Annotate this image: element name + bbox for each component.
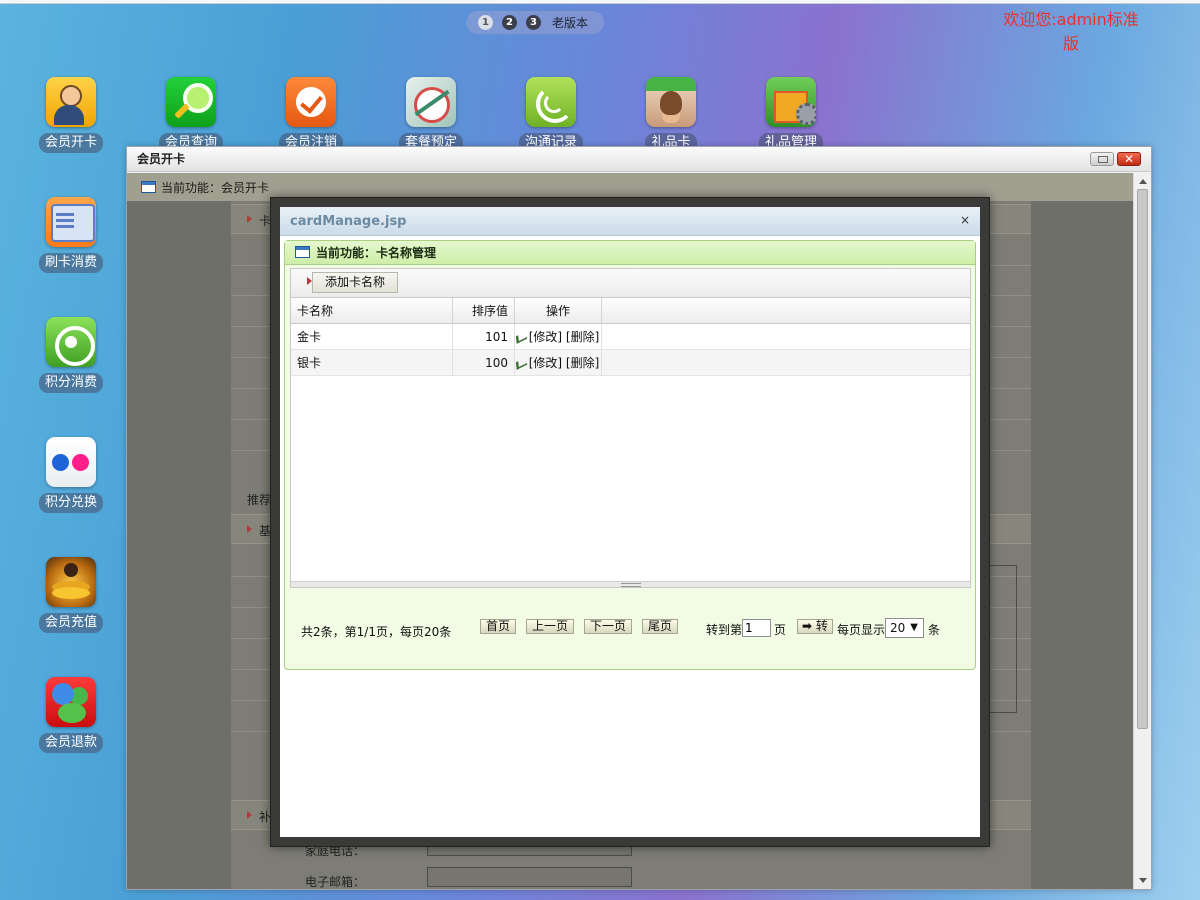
last-page-button[interactable]: 尾页	[642, 619, 679, 634]
card-name-panel: 当前功能：卡名称管理 添加卡名称 卡名称 排序值 操作 金卡 101 [修改] …	[284, 240, 976, 670]
card-manage-dialog: cardManage.jsp × 当前功能：卡名称管理 添加卡名称 卡名称 排序…	[280, 207, 980, 837]
background-current-function: 当前功能：会员开卡	[141, 179, 269, 196]
window-title: 会员开卡	[127, 147, 1151, 172]
go-button-label: 转	[815, 619, 828, 633]
welcome-text: 欢迎您:admin标准版	[1003, 10, 1139, 53]
desktop-icon-contact-records[interactable]: 沟通记录	[506, 77, 596, 153]
cell-sort: 100	[453, 350, 515, 376]
per-page-select[interactable]: 20 ▼	[885, 618, 924, 638]
pencil-icon	[515, 357, 527, 370]
column-header-sort[interactable]: 排序值	[453, 298, 515, 324]
card-name-grid: 添加卡名称 卡名称 排序值 操作 金卡 101 [修改] [删除] 银卡 100…	[290, 268, 971, 588]
magnifier-icon	[166, 77, 216, 127]
table-row[interactable]: 金卡 101 [修改] [删除]	[291, 324, 970, 350]
pencil-icon	[515, 331, 527, 344]
scroll-down-icon[interactable]	[1139, 878, 1147, 883]
refund-people-icon	[46, 677, 96, 727]
points-ring-icon	[46, 317, 96, 367]
column-header-card-name[interactable]: 卡名称	[291, 298, 453, 324]
grid-toolbar: 添加卡名称	[291, 269, 970, 298]
desktop-page-1[interactable]: 1	[478, 15, 493, 30]
desktop-icon-label: 积分消费	[38, 373, 103, 393]
coins-icon	[46, 557, 96, 607]
desktop-icon-package-booking[interactable]: 套餐预定	[386, 77, 476, 153]
per-page-value: 20	[890, 621, 906, 635]
cell-actions: [修改] [删除]	[515, 324, 602, 350]
scroll-thumb[interactable]	[1137, 189, 1148, 729]
desktop-icon-gift-management[interactable]: 礼品管理	[746, 77, 836, 153]
column-header-actions: 操作	[515, 298, 602, 324]
per-page-unit-label: 条	[928, 623, 941, 637]
window-close-button[interactable]: ✕	[1117, 152, 1141, 166]
cell-card-name: 银卡	[291, 350, 453, 376]
desktop-icon-label: 积分兑换	[38, 493, 103, 513]
table-row[interactable]: 银卡 100 [修改] [删除]	[291, 350, 970, 376]
desktop-icon-label: 会员充值	[38, 613, 103, 633]
dialog-close-button[interactable]: ×	[960, 213, 972, 227]
delete-link[interactable]: [删除]	[566, 330, 599, 344]
desktop-icon-gift-card[interactable]: 礼品卡	[626, 77, 716, 153]
window-maximize-button[interactable]	[1090, 152, 1114, 166]
desktop-icon-member-open[interactable]: 会员开卡	[26, 77, 116, 153]
desktop-icon-points-consume[interactable]: 积分消费	[26, 317, 116, 393]
member-user-icon	[46, 77, 96, 127]
panel-header: 当前功能：卡名称管理	[285, 241, 975, 265]
scroll-up-icon[interactable]	[1139, 179, 1147, 184]
gift-box-icon	[766, 77, 816, 127]
first-page-button[interactable]: 首页	[480, 619, 517, 634]
desktop-pager: 1 2 3 老版本	[466, 11, 604, 34]
card-swipe-icon	[46, 197, 96, 247]
next-page-button[interactable]: 下一页	[584, 619, 633, 634]
arrow-right-icon: ➡	[802, 619, 813, 633]
desktop-icon-card-swipe[interactable]: 刷卡消费	[26, 197, 116, 273]
window-scrollbar[interactable]	[1133, 173, 1151, 889]
per-page-label: 每页显示	[837, 623, 886, 637]
page-unit-label: 页	[774, 623, 787, 637]
edit-link[interactable]: [修改]	[529, 330, 562, 344]
desktop-icon-member-cancel[interactable]: 会员注销	[266, 77, 356, 153]
flickr-dots-icon	[46, 437, 96, 487]
background-email-input[interactable]	[427, 867, 632, 887]
background-current-function-text: 当前功能：会员开卡	[161, 181, 270, 195]
grid-header: 卡名称 排序值 操作	[291, 298, 970, 324]
desktop-icon-label: 刷卡消费	[38, 253, 103, 273]
table-icon	[295, 246, 310, 258]
desktop-icon-points-exchange[interactable]: 积分兑换	[26, 437, 116, 513]
desktop-page-3[interactable]: 3	[526, 15, 541, 30]
desktop-icon-member-refund[interactable]: 会员退款	[26, 677, 116, 753]
desktop-icon-member-recharge[interactable]: 会员充值	[26, 557, 116, 633]
swirl-icon	[526, 77, 576, 127]
pager-summary: 共2条，第1/1页，每页20条	[301, 625, 452, 639]
checkmark-icon	[286, 77, 336, 127]
panel-current-function: 当前功能：卡名称管理	[316, 246, 437, 260]
cell-sort: 101	[453, 324, 515, 350]
goto-page-input[interactable]	[742, 619, 771, 637]
old-version-link[interactable]: 老版本	[552, 14, 588, 31]
prev-page-button[interactable]: 上一页	[526, 619, 575, 634]
photo-card-icon	[646, 77, 696, 127]
target-icon	[406, 77, 456, 127]
goto-label: 转到第	[706, 623, 743, 637]
table-icon	[141, 181, 156, 193]
background-email-label: 电子邮箱：	[305, 875, 366, 889]
top-edge-bar	[0, 0, 1200, 4]
caret-down-icon: ▼	[910, 622, 918, 633]
edit-link[interactable]: [修改]	[529, 356, 562, 370]
desktop-icon-member-query[interactable]: 会员查询	[146, 77, 236, 153]
dialog-title: cardManage.jsp	[280, 207, 980, 236]
delete-link[interactable]: [删除]	[566, 356, 599, 370]
grid-resize-handle[interactable]	[291, 581, 970, 587]
go-button[interactable]: ➡ 转	[797, 619, 833, 634]
grid-pager: 共2条，第1/1页，每页20条 首页 上一页 下一页 尾页 转到第 页 ➡ 转 …	[285, 609, 975, 639]
cell-card-name: 金卡	[291, 324, 453, 350]
cell-actions: [修改] [删除]	[515, 350, 602, 376]
desktop-icon-label: 会员开卡	[38, 133, 103, 153]
add-card-name-button[interactable]: 添加卡名称	[312, 272, 399, 293]
desktop-page-2[interactable]: 2	[502, 15, 517, 30]
desktop-icon-label: 会员退款	[38, 733, 103, 753]
